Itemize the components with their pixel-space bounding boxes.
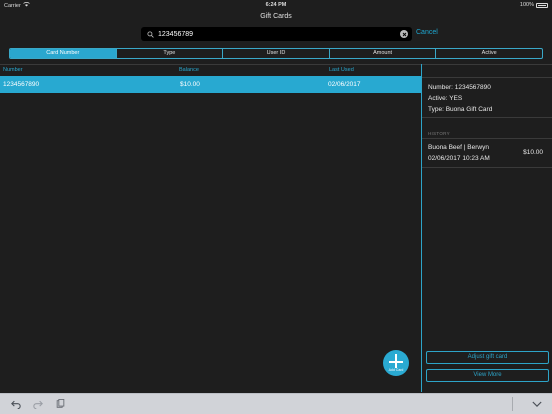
paste-icon[interactable] <box>54 398 66 410</box>
search-icon <box>145 29 155 39</box>
detail-divider <box>422 77 552 78</box>
header-balance: Balance <box>179 67 199 73</box>
cancel-button[interactable]: Cancel <box>416 29 438 36</box>
cell-last-used: 02/06/2017 <box>328 81 361 88</box>
segment-active[interactable]: Active <box>436 49 542 58</box>
search-input[interactable] <box>155 28 400 40</box>
history-amount: $10.00 <box>523 149 543 156</box>
keyboard-toolbar <box>0 393 552 414</box>
segment-amount[interactable]: Amount <box>330 49 437 58</box>
adjust-gift-card-button[interactable]: Adjust gift card <box>426 351 549 364</box>
card-active-line: Active: YES <box>428 95 463 102</box>
segment-user-id[interactable]: User ID <box>223 49 330 58</box>
battery-percent: 100% <box>519 2 534 8</box>
header-last-used: Last Used <box>329 67 354 73</box>
segment-type[interactable]: Type <box>117 49 224 58</box>
page-title: Gift Cards <box>260 13 292 20</box>
detail-divider <box>422 167 552 168</box>
undo-icon[interactable] <box>10 398 22 410</box>
view-more-button[interactable]: View More <box>426 369 549 382</box>
table-header: Number Balance Last Used <box>0 66 421 76</box>
cell-balance: $10.00 <box>180 81 200 88</box>
search-field-segmented-control[interactable]: Card Number Type User ID Amount Active <box>9 48 543 59</box>
add-card-button[interactable]: Add Card <box>383 350 409 376</box>
chevron-down-icon[interactable] <box>531 398 543 410</box>
clear-icon[interactable] <box>400 30 408 38</box>
history-date: 02/06/2017 10:23 AM <box>428 155 490 162</box>
status-time: 6:24 PM <box>265 2 287 8</box>
add-card-label: Add Card <box>388 368 404 372</box>
card-number-line: Number: 1234567890 <box>428 84 491 91</box>
history-item[interactable]: Buona Beef | Berwyn 02/06/2017 10:23 AM … <box>422 139 552 167</box>
battery-icon <box>536 2 548 8</box>
redo-icon[interactable] <box>32 398 44 410</box>
toolbar-divider <box>512 397 513 411</box>
history-label: HISTORY <box>428 131 450 136</box>
card-type-line: Type: Buona Gift Card <box>428 106 493 113</box>
header-number: Number <box>3 67 23 73</box>
header-divider <box>0 64 552 65</box>
history-location: Buona Beef | Berwyn <box>428 144 489 151</box>
table-row[interactable]: 1234567890 $10.00 02/06/2017 <box>0 76 421 93</box>
detail-divider <box>422 117 552 118</box>
search-bar[interactable] <box>141 27 412 41</box>
card-info: Number: 1234567890 Active: YES Type: Buo… <box>428 82 492 115</box>
segment-card-number[interactable]: Card Number <box>10 49 117 58</box>
split-divider <box>421 64 422 392</box>
cell-number: 1234567890 <box>3 81 40 88</box>
status-bar: Carrier 6:24 PM 100% <box>0 0 552 10</box>
